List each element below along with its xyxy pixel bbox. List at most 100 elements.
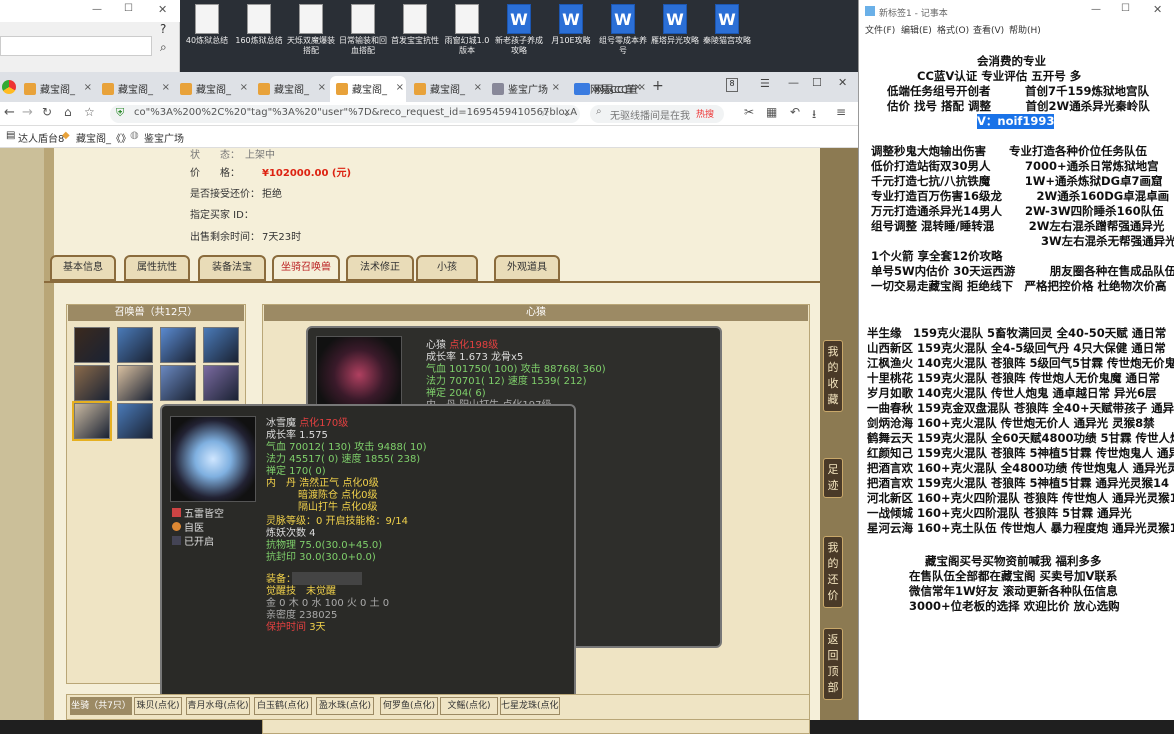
mount-tab[interactable]: 珠贝(点化): [134, 697, 182, 715]
pet-thumbnail[interactable]: [117, 365, 153, 401]
reload-icon[interactable]: ↻: [42, 105, 52, 119]
maximize-icon[interactable]: ☐: [812, 76, 822, 89]
desktop-icon[interactable]: W 组号零成本养号: [598, 4, 648, 56]
pet-name-line: 冰雪魔 点化170级: [266, 418, 348, 429]
notepad-menu-item[interactable]: 查看(V): [973, 23, 1004, 36]
tab-favicon: [180, 83, 192, 95]
desktop-icon[interactable]: W 新老孩子养成攻略: [494, 4, 544, 56]
page-tab[interactable]: 外观道具: [494, 255, 560, 281]
tab-close-icon[interactable]: ×: [162, 82, 170, 93]
side-button[interactable]: 足迹: [823, 458, 843, 498]
mount-tab[interactable]: 文鳐(点化): [440, 697, 498, 715]
url-input[interactable]: ⛨ co"%3A%200%2C%20"tag"%3A%20"user"%7D&r…: [110, 105, 580, 123]
tab-counter-icon[interactable]: 8: [726, 78, 738, 92]
search-input[interactable]: ⌕ 无驱线播间是在我 热搜: [590, 105, 724, 123]
minimize-icon[interactable]: —: [92, 4, 102, 15]
side-button[interactable]: 我的还价: [823, 536, 843, 608]
search-icon[interactable]: ⌕: [160, 40, 180, 56]
tab-close-icon[interactable]: ×: [318, 82, 326, 93]
browser-tab[interactable]: 藏宝阁_ ×: [96, 76, 172, 102]
page-tab[interactable]: 基本信息: [50, 255, 116, 281]
page-tab[interactable]: 小孩: [416, 255, 478, 281]
side-button[interactable]: 我的收藏: [823, 340, 843, 412]
time-label: 出售剩余时间：: [190, 232, 260, 243]
pet-thumbnail[interactable]: [74, 365, 110, 401]
notepad-line: 单号5W内估价 30天运西游 朋友圈各种在售成品队伍: [871, 264, 1174, 278]
browser-tab[interactable]: 网易CC直 ×: [572, 76, 648, 102]
pet-thumbnail[interactable]: [117, 327, 153, 363]
minimize-icon[interactable]: —: [788, 76, 799, 89]
close-icon[interactable]: ✕: [158, 3, 167, 16]
desktop-icon[interactable]: W 雁塔异光攻略: [650, 4, 700, 46]
forward-icon[interactable]: →: [22, 105, 33, 120]
maximize-icon[interactable]: ☐: [1121, 3, 1130, 14]
tab-close-icon[interactable]: ×: [638, 82, 646, 93]
bookmark-item[interactable]: 藏宝阁_《》: [76, 130, 131, 145]
mount-tab[interactable]: 何罗鱼(点化): [380, 697, 438, 715]
desktop-icon[interactable]: 首发宝宝抗性: [390, 4, 440, 46]
page-tab[interactable]: 装备法宝: [198, 255, 266, 281]
close-icon[interactable]: ✕: [1153, 3, 1162, 16]
pet-thumbnail[interactable]: [160, 327, 196, 363]
side-button[interactable]: 返回顶部: [823, 628, 843, 700]
address-field[interactable]: [0, 36, 152, 56]
tab-close-icon[interactable]: ×: [396, 82, 404, 93]
browser-tab[interactable]: 藏宝阁_ ×: [18, 76, 94, 102]
download-icon[interactable]: ⭳: [812, 105, 816, 126]
window-menu-icon[interactable]: ☰: [760, 77, 770, 90]
pet-thumbnail[interactable]: [203, 327, 239, 363]
browser-tab[interactable]: 藏宝阁_ ×: [330, 76, 406, 102]
desktop-icon[interactable]: 雨窗幻城1.0版本: [442, 4, 492, 56]
grid-icon[interactable]: ▦: [766, 105, 777, 119]
page-tab[interactable]: 法术修正: [346, 255, 414, 281]
desktop-icon[interactable]: 天烁双魔爆装搭配: [286, 4, 336, 56]
pet-thumbnail[interactable]: [74, 327, 110, 363]
desktop-icon[interactable]: W 秦陵猫宫攻略: [702, 4, 752, 46]
page-tab[interactable]: 属性抗性: [124, 255, 190, 281]
mount-tab[interactable]: 盈水珠(点化): [316, 697, 374, 715]
tab-close-icon[interactable]: ×: [474, 82, 482, 93]
tab-close-icon[interactable]: ×: [552, 82, 560, 93]
dropdown-icon[interactable]: ⌄: [562, 106, 571, 119]
menu-icon[interactable]: ≡: [836, 105, 846, 119]
desktop-icon[interactable]: 日常输装和回血搭配: [338, 4, 388, 56]
bookmark-item[interactable]: 达人盾台8: [18, 130, 64, 145]
notepad-window: 新标签1 - 记事本 — ☐ ✕ 文件(F) 编辑(E) 格式(O) 查看(V) 帮助(…: [858, 0, 1174, 720]
favorite-star-icon[interactable]: ☆: [540, 106, 550, 119]
notepad-text-area[interactable]: 会消费的专业 CC蓝V认证 专业评估 五开号 多低端任务组号开创者 首创7千159…: [859, 36, 1174, 720]
browser-tab[interactable]: 藏宝阁_ ×: [252, 76, 328, 102]
equip-slots[interactable]: [292, 572, 362, 585]
bookmark-star-icon[interactable]: ☆: [84, 105, 95, 119]
browser-tab[interactable]: 藏宝阁_ ×: [408, 76, 484, 102]
undo-icon[interactable]: ↶: [790, 105, 800, 119]
notepad-menu-item[interactable]: 帮助(H): [1009, 23, 1041, 36]
bookmark-item[interactable]: 鉴宝广场: [144, 130, 184, 145]
tab-close-icon[interactable]: ×: [240, 82, 248, 93]
mount-tab[interactable]: 七星龙珠(点化): [500, 697, 560, 715]
close-icon[interactable]: ✕: [838, 76, 847, 89]
mount-tab[interactable]: 青月水母(点化): [186, 697, 250, 715]
pet-thumbnail[interactable]: [203, 365, 239, 401]
pet-thumbnail[interactable]: [160, 365, 196, 401]
browser-tab[interactable]: 鉴宝广场 ×: [486, 76, 562, 102]
desktop-icon[interactable]: W 月10E攻略: [546, 4, 596, 46]
tab-close-icon[interactable]: ×: [84, 82, 92, 93]
page-tab[interactable]: 坐骑召唤兽: [272, 255, 340, 281]
window-help-icon[interactable]: ?: [160, 22, 180, 38]
minimize-icon[interactable]: —: [1091, 4, 1101, 15]
desktop-icon[interactable]: 40炼狱总结: [182, 4, 232, 46]
home-icon[interactable]: ⌂: [64, 105, 72, 119]
pet-thumbnail[interactable]: [117, 403, 153, 439]
pet-thumbnail[interactable]: [72, 401, 112, 441]
mount-tab[interactable]: 白玉鹤(点化): [254, 697, 312, 715]
scissors-icon[interactable]: ✂: [744, 105, 754, 119]
browser-tab[interactable]: 藏宝阁_ ×: [174, 76, 250, 102]
back-icon[interactable]: ←: [4, 105, 15, 120]
hot-search-label[interactable]: 热搜: [696, 107, 714, 120]
notepad-menu-item[interactable]: 格式(O): [937, 23, 969, 36]
notepad-menu-item[interactable]: 文件(F): [865, 23, 895, 36]
notepad-menu-item[interactable]: 编辑(E): [901, 23, 932, 36]
desktop-icon[interactable]: 160炼狱总结: [234, 4, 284, 46]
maximize-icon[interactable]: ☐: [124, 3, 133, 14]
new-tab-button[interactable]: +: [652, 78, 664, 94]
